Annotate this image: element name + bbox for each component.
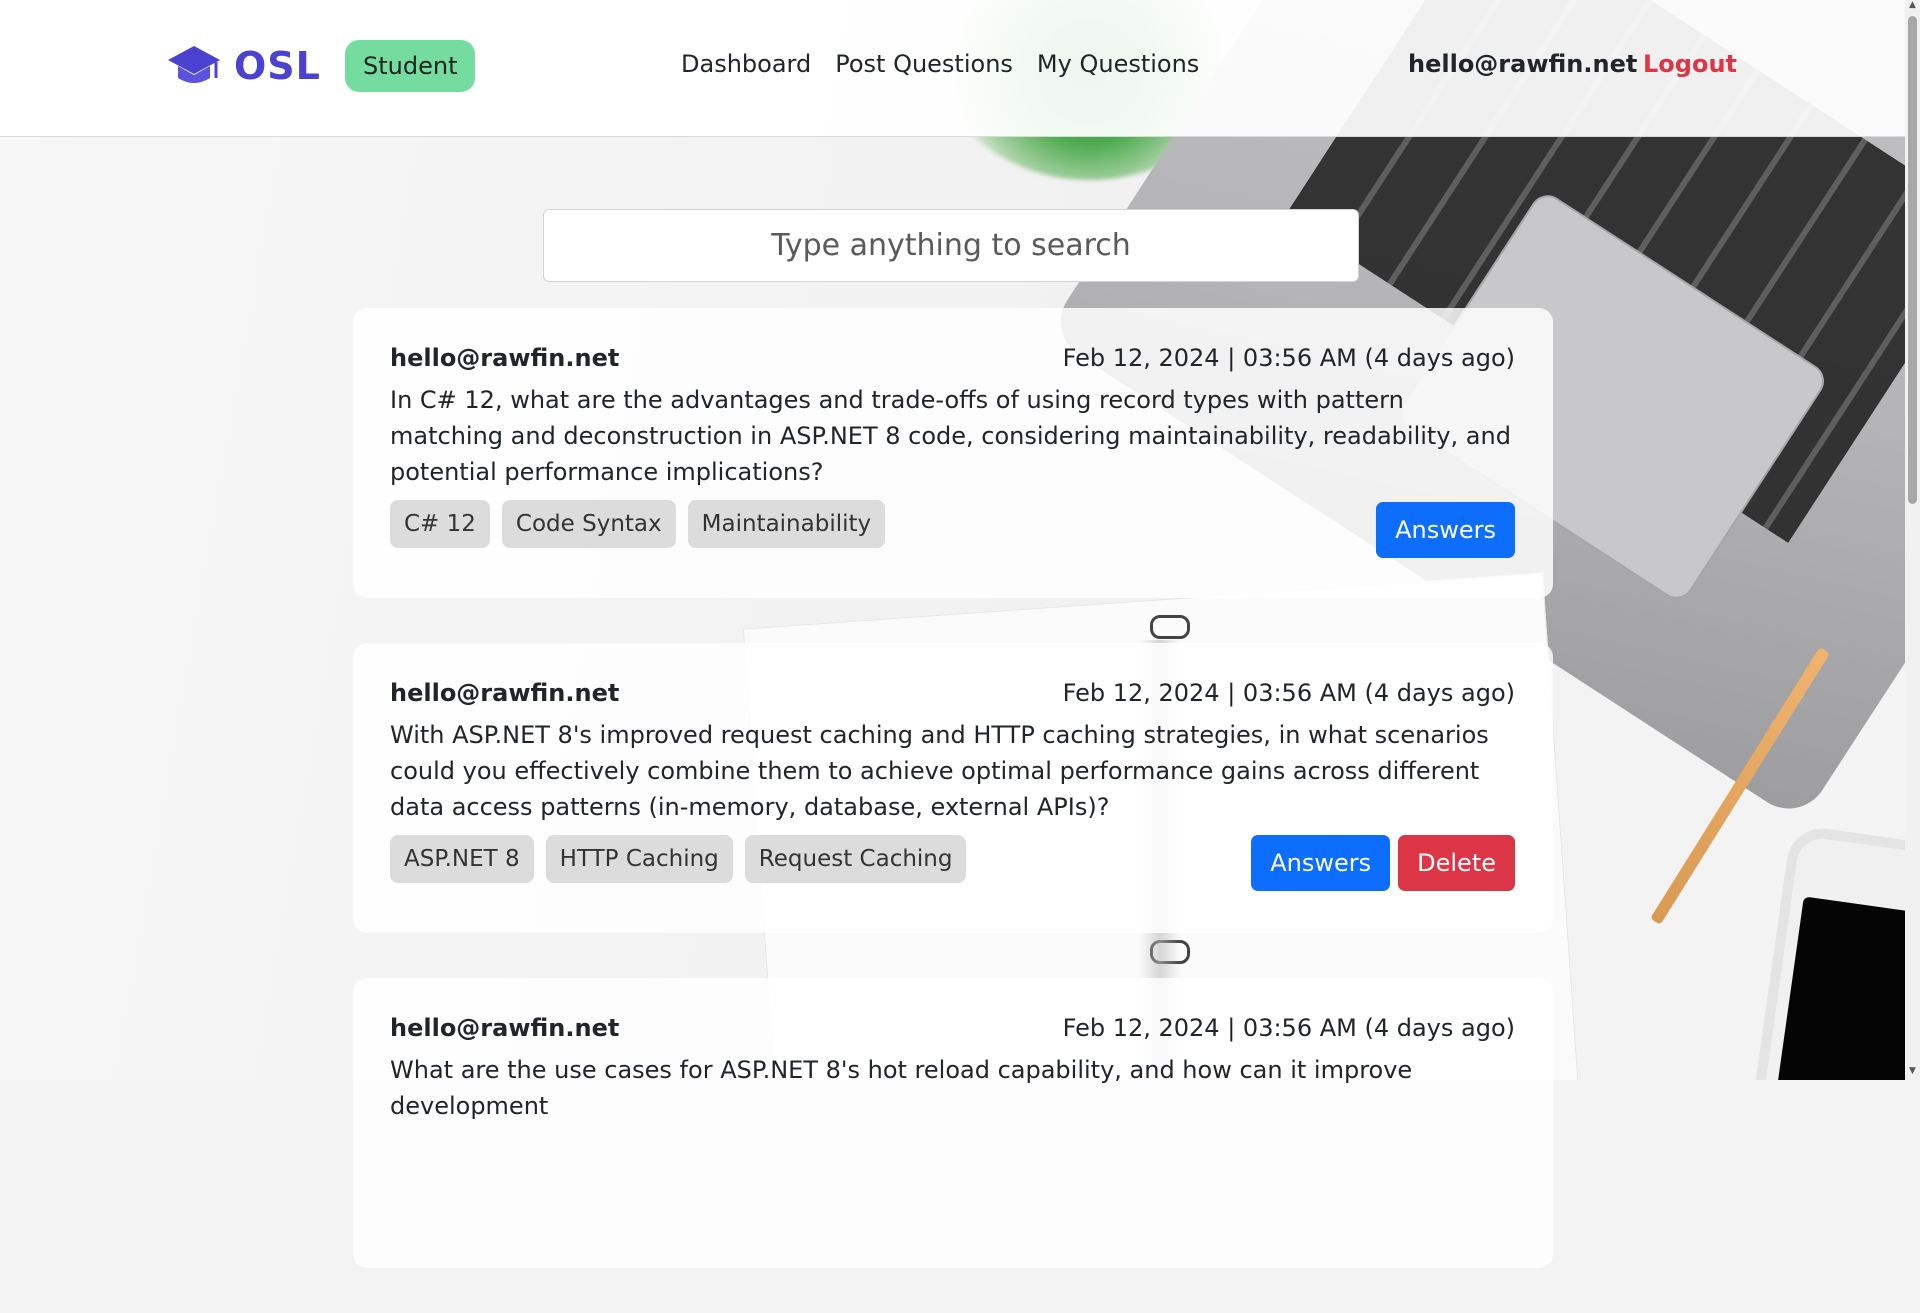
tag-list: ASP.NET 8 HTTP Caching Request Caching	[390, 835, 967, 883]
phone-decoration	[1730, 824, 1920, 1080]
question-text: In C# 12, what are the advantages and tr…	[390, 386, 1511, 486]
scroll-down-arrow-icon[interactable]: ▼	[1905, 1066, 1920, 1080]
main-nav: Dashboard Post Questions My Questions	[681, 50, 1199, 78]
question-text: With ASP.NET 8's improved request cachin…	[390, 721, 1489, 821]
delete-button[interactable]: Delete	[1398, 835, 1515, 891]
answers-button[interactable]: Answers	[1376, 502, 1515, 558]
page-scrollbar[interactable]: ▲ ▼	[1905, 0, 1920, 1080]
tag: Code Syntax	[501, 500, 676, 548]
top-navbar: OSL Student Dashboard Post Questions My …	[0, 0, 1905, 137]
question-date: Feb 12, 2024 | 03:56 AM (4 days ago)	[1062, 1014, 1515, 1042]
question-card: hello@rawfin.net Feb 12, 2024 | 03:56 AM…	[353, 978, 1553, 1268]
search-input[interactable]	[543, 209, 1359, 282]
question-date: Feb 12, 2024 | 03:56 AM (4 days ago)	[1062, 679, 1515, 707]
user-email: hello@rawfin.net	[1408, 50, 1638, 78]
scrollbar-thumb[interactable]	[1908, 16, 1917, 504]
question-list: hello@rawfin.net Feb 12, 2024 | 03:56 AM…	[353, 308, 1553, 1313]
tag-list: C# 12 Code Syntax Maintainability	[390, 500, 886, 548]
brand-name: OSL	[234, 44, 321, 88]
tag: Maintainability	[687, 500, 886, 548]
question-author: hello@rawfin.net	[390, 344, 620, 372]
question-text: What are the use cases for ASP.NET 8's h…	[390, 1056, 1413, 1120]
scroll-up-arrow-icon[interactable]: ▲	[1905, 0, 1920, 14]
question-card: hello@rawfin.net Feb 12, 2024 | 03:56 AM…	[353, 308, 1553, 598]
tag: ASP.NET 8	[390, 835, 534, 883]
tag: C# 12	[390, 500, 490, 548]
tag: Request Caching	[744, 835, 967, 883]
tag: HTTP Caching	[545, 835, 733, 883]
role-badge: Student	[345, 40, 476, 92]
answers-button[interactable]: Answers	[1251, 835, 1391, 891]
question-date: Feb 12, 2024 | 03:56 AM (4 days ago)	[1062, 344, 1515, 372]
question-author: hello@rawfin.net	[390, 679, 620, 707]
nav-my-questions[interactable]: My Questions	[1037, 50, 1199, 78]
graduation-cap-icon	[168, 46, 220, 83]
nav-dashboard[interactable]: Dashboard	[681, 50, 811, 78]
question-author: hello@rawfin.net	[390, 1014, 620, 1042]
logout-link[interactable]: Logout	[1643, 50, 1737, 78]
nav-post-questions[interactable]: Post Questions	[835, 50, 1013, 78]
question-card: hello@rawfin.net Feb 12, 2024 | 03:56 AM…	[353, 643, 1553, 933]
brand-home-link[interactable]: OSL	[166, 38, 321, 94]
